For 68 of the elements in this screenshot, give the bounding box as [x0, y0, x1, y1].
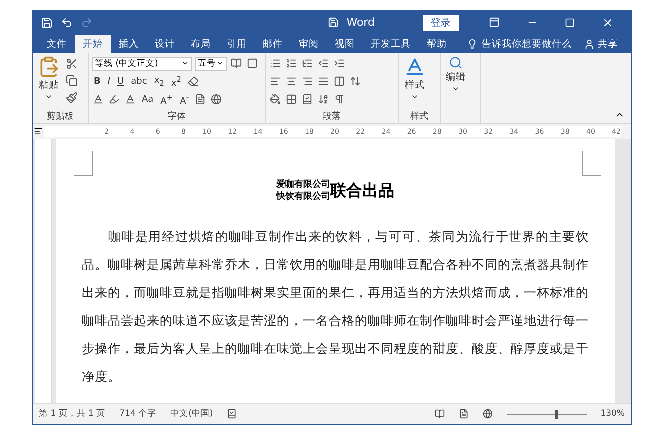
ribbon-options-icon[interactable]: [488, 17, 500, 28]
copy-icon[interactable]: [65, 73, 79, 88]
caret-icon: [411, 93, 419, 101]
font-button[interactable]: A$^{-}$: [178, 92, 192, 107]
styles-button[interactable]: 样式: [402, 56, 428, 111]
company-name: 快饮有限公司: [276, 191, 330, 203]
ribbon-tab[interactable]: 布局: [183, 35, 219, 53]
borders-icon[interactable]: [285, 92, 298, 107]
caret-icon: [217, 60, 224, 67]
body-paragraph: 咖啡是用经过烘焙的咖啡豆制作出来的饮料，与可可、茶同为流行于世界的主要饮品。咖啡树是属茜草科常乔木，日常饮用的咖啡是用咖啡豆配合各种不同的烹煮器具制作出来的，而咖啡豆就是指咖啡树果实里面的果仁，再用适当的方法烘焙而成，一杯标准的咖啡品尝起来的味道不应该是苦涩的，一名合格的咖啡师在制作咖啡时会严谨地进行每一步操作，最后为客人呈上的咖啡在味觉上会呈现出不同程度的甜度、酸度、醇厚度或是干净度。: [82, 228, 589, 386]
format-button[interactable]: U: [116, 74, 126, 89]
print-layout-icon[interactable]: [458, 409, 469, 419]
ribbon-tab[interactable]: 开始: [75, 35, 111, 53]
window-title: Word: [346, 16, 375, 29]
person-icon: [584, 38, 595, 50]
eraser-icon[interactable]: [186, 74, 200, 89]
ribbon-tab[interactable]: 开发工具: [363, 35, 419, 53]
font-name-dropdown[interactable]: 等线 (中文正文): [92, 56, 192, 70]
ribbon-tab[interactable]: 视图: [327, 35, 363, 53]
tab-selector-icon[interactable]: [34, 127, 43, 136]
save-icon[interactable]: [41, 16, 53, 28]
close-icon[interactable]: [602, 16, 614, 28]
web-layout-icon[interactable]: [482, 409, 493, 419]
font-button[interactable]: A$^{+}$: [158, 92, 176, 107]
zoom-thumb[interactable]: [554, 410, 558, 418]
read-mode-icon[interactable]: [434, 409, 445, 419]
cut-icon[interactable]: [65, 56, 79, 71]
ribbon-tab[interactable]: 审阅: [291, 35, 327, 53]
company-name: 爱咖有限公司: [276, 179, 330, 190]
ribbon-tab[interactable]: 邮件: [255, 35, 291, 53]
format-button[interactable]: x$_{2}$: [152, 74, 166, 89]
ribbon-tab[interactable]: 插入: [111, 35, 147, 53]
format-button[interactable]: abc: [129, 74, 150, 89]
margin-corner-mark: [74, 151, 93, 176]
paste-button[interactable]: 粘贴: [36, 56, 62, 111]
word-count[interactable]: 714 个字: [120, 408, 157, 420]
font-button[interactable]: Aa: [140, 92, 156, 107]
group-label: 字体: [167, 111, 187, 123]
language[interactable]: 中文(中国): [170, 408, 214, 420]
zoom-level[interactable]: 130%: [600, 409, 625, 419]
format-button[interactable]: B: [92, 74, 103, 89]
sign-in-button[interactable]: 登录: [423, 14, 459, 30]
ribbon-tab[interactable]: 设计: [147, 35, 183, 53]
ribbon-tab[interactable]: 帮助: [419, 35, 455, 53]
format-button[interactable]: x$^{2}$: [169, 74, 184, 89]
document-title: 联合出品: [330, 180, 394, 202]
shading-icon[interactable]: [269, 92, 282, 107]
search-icon: [449, 56, 463, 70]
lightbulb-icon: [467, 38, 478, 50]
format-button[interactable]: I: [106, 74, 113, 89]
group-label: 剪贴板: [46, 111, 75, 123]
maximize-icon[interactable]: [565, 18, 575, 28]
font-size-dropdown[interactable]: 五号: [195, 56, 227, 70]
caret-icon: [45, 93, 53, 101]
editing-button[interactable]: 编辑: [444, 56, 468, 123]
group-label: 样式: [410, 111, 430, 123]
caret-icon: [182, 60, 189, 67]
clipboard-icon: [38, 56, 60, 78]
format-painter-icon[interactable]: [65, 90, 79, 105]
tell-me-search[interactable]: 告诉我你想要做什么: [461, 35, 578, 53]
ribbon-tab[interactable]: 引用: [219, 35, 255, 53]
margin-corner-mark: [582, 151, 601, 176]
ribbon-tab[interactable]: 文件: [39, 35, 75, 53]
group-label: 段落: [322, 111, 342, 123]
page-count[interactable]: 第 1 页，共 1 页: [39, 408, 106, 420]
share-button[interactable]: 共享: [578, 35, 624, 53]
caret-icon: [452, 85, 460, 93]
undo-icon[interactable]: [61, 16, 73, 28]
